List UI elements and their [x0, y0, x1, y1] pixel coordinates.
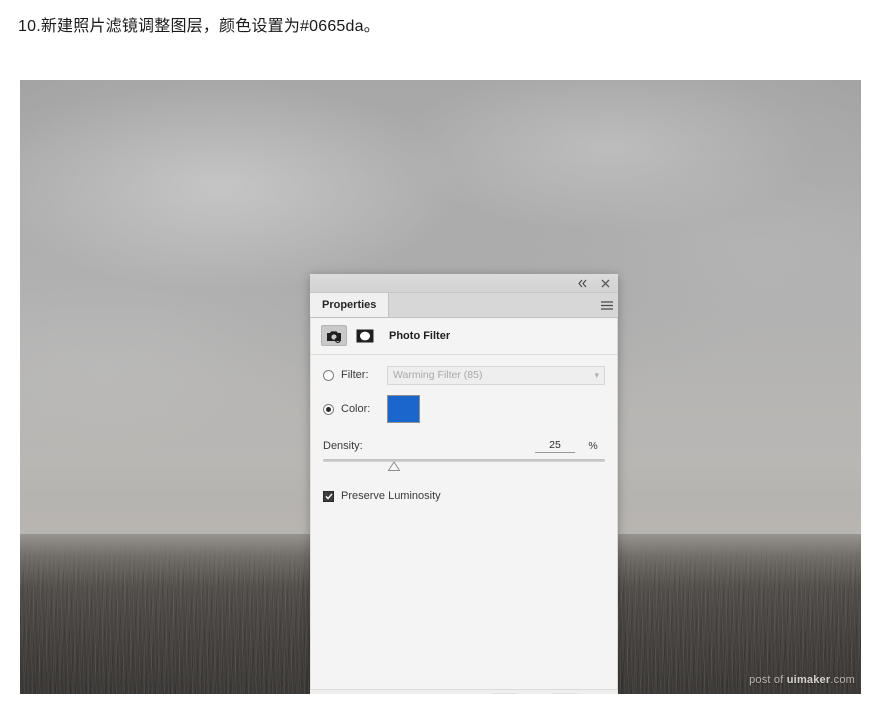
- density-slider-row: [311, 456, 617, 472]
- adjustment-header: Photo Filter: [311, 318, 617, 355]
- filter-select[interactable]: Warming Filter (85) ▾: [387, 365, 605, 385]
- panel-footer-toolbar: [310, 689, 618, 694]
- delete-trash-icon[interactable]: [582, 693, 608, 694]
- tab-properties[interactable]: Properties: [310, 293, 390, 317]
- panel-body: Photo Filter Filter: Warming Filter (85)…: [310, 318, 618, 689]
- clip-to-layer-icon[interactable]: [462, 693, 488, 694]
- view-previous-state-icon[interactable]: [492, 693, 518, 694]
- density-value-input[interactable]: 25: [535, 439, 575, 453]
- adjustment-title: Photo Filter: [389, 329, 451, 342]
- watermark-brand: uimaker: [786, 674, 831, 686]
- page-caption: 10.新建照片滤镜调整图层，颜色设置为#0665da。: [18, 18, 380, 35]
- filter-radio[interactable]: [323, 369, 334, 381]
- slider-track: [323, 459, 605, 462]
- watermark: post of uimaker.com: [749, 674, 855, 686]
- hamburger-menu-icon[interactable]: [596, 293, 618, 317]
- color-row: Color:: [311, 394, 617, 424]
- filter-row: Filter: Warming Filter (85) ▾: [311, 365, 617, 385]
- preserve-luminosity-row: Preserve Luminosity: [311, 488, 617, 504]
- color-radio[interactable]: [323, 403, 334, 415]
- photo-filter-camera-icon[interactable]: [321, 325, 347, 346]
- chevron-down-icon: ▾: [594, 369, 599, 380]
- preserve-luminosity-checkbox[interactable]: [323, 490, 334, 502]
- filter-label: Filter:: [341, 369, 369, 381]
- color-swatch[interactable]: [387, 395, 420, 423]
- color-label: Color:: [341, 403, 371, 415]
- preserve-luminosity-label: Preserve Luminosity: [341, 490, 441, 502]
- watermark-prefix: post of: [749, 674, 787, 686]
- panel-titlebar: [310, 274, 618, 293]
- density-unit-label: %: [588, 440, 598, 452]
- density-label: Density:: [323, 440, 363, 452]
- properties-panel: Properties Photo Filter Filter: Warming …: [310, 274, 618, 694]
- panel-tabbar: Properties: [310, 293, 618, 318]
- collapse-icon[interactable]: [576, 277, 589, 290]
- density-row: Density: 25 %: [311, 438, 617, 454]
- density-slider[interactable]: [323, 456, 605, 472]
- reset-icon[interactable]: [522, 693, 548, 694]
- close-icon[interactable]: [599, 277, 612, 290]
- photo-canvas: post of uimaker.com Properties Photo Fil…: [20, 80, 861, 694]
- filter-select-value: Warming Filter (85): [393, 369, 483, 381]
- toggle-visibility-eye-icon[interactable]: [552, 693, 578, 694]
- layer-mask-icon[interactable]: [354, 326, 376, 345]
- watermark-suffix: .com: [830, 674, 855, 686]
